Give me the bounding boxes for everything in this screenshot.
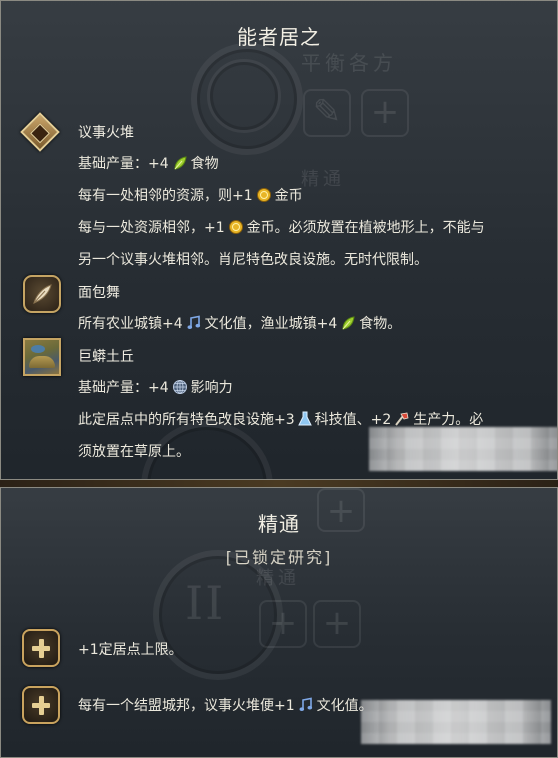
entry-name: 议事火堆 <box>78 125 134 141</box>
panel-separator <box>0 480 558 487</box>
entry-name: 面包舞 <box>78 285 120 301</box>
plus-icon <box>22 629 60 667</box>
entry-line: 每有一处相邻的资源，则+1 金币 <box>78 185 303 207</box>
mastery-tooltip-panel: II 精通 + + + 精通 [已锁定研究] +1定居点上限。 每有一个结盟城邦… <box>0 487 558 758</box>
entry-line: 每与一处资源相邻，+1 金币。必须放置在植被地形上，不能与 <box>78 217 485 239</box>
tradition-tooltip-panel: 平衡各方 ✎ + 精通 能者居之 议事火堆 基础产量：+4 食物 每有一处相邻的资… <box>0 0 558 480</box>
entry-line: 每有一个结盟城邦，议事火堆便+1 文化值。 <box>78 695 373 717</box>
watermark-blur <box>369 427 557 471</box>
gold-icon <box>256 187 272 207</box>
campfire-icon <box>20 112 60 152</box>
serpent-mound-icon <box>23 338 61 376</box>
entry-line: 基础产量：+4 食物 <box>78 153 219 175</box>
culture-icon <box>186 315 202 335</box>
ghost-roman: II <box>185 576 226 630</box>
entry-line: 所有农业城镇+4 文化值，渔业城镇+4 食物。 <box>78 313 401 335</box>
watermark-blur <box>361 700 551 744</box>
panel-title: 精通 <box>258 512 300 536</box>
locked-status: [已锁定研究] <box>225 548 333 567</box>
entry-line: 须放置在草原上。 <box>78 444 190 460</box>
gold-icon <box>228 219 244 239</box>
feather-icon <box>23 275 61 313</box>
entry-line: 基础产量：+4 影响力 <box>78 377 233 399</box>
food-icon <box>172 155 188 175</box>
entry-line: 另一个议事火堆相邻。肖尼特色改良设施。无时代限制。 <box>78 252 428 268</box>
entry-name: 巨蟒土丘 <box>78 349 134 365</box>
plus-icon <box>22 686 60 724</box>
culture-icon <box>298 697 314 717</box>
influence-icon <box>172 379 188 399</box>
food-icon <box>340 315 356 335</box>
science-icon <box>297 411 312 431</box>
entry-line: +1定居点上限。 <box>78 642 183 658</box>
panel-title: 能者居之 <box>237 25 321 49</box>
ghost-label: 精通 <box>301 169 345 190</box>
ghost-title: 平衡各方 <box>301 51 397 75</box>
